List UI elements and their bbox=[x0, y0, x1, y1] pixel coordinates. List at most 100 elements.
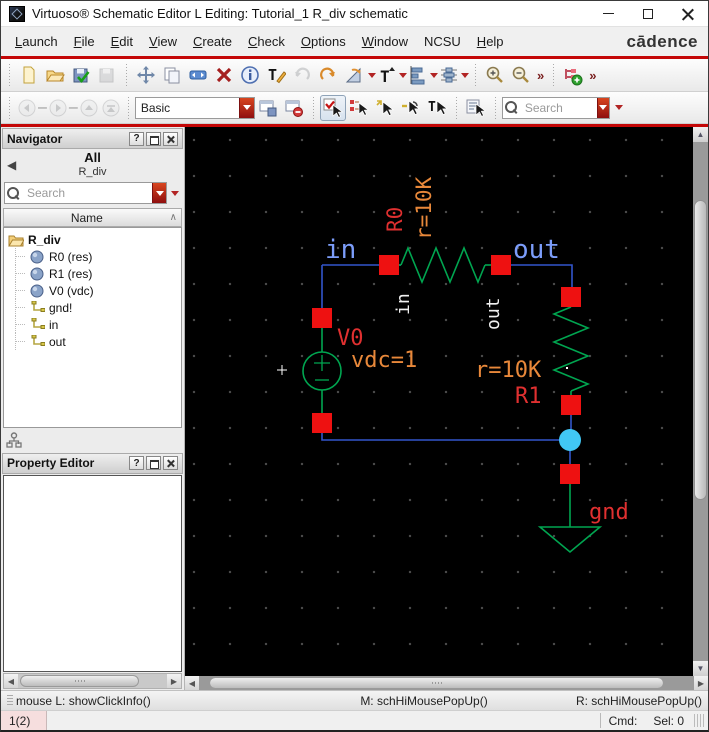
align-dropdown-caret[interactable] bbox=[430, 72, 438, 78]
partial-select-button[interactable] bbox=[346, 95, 372, 121]
go-top-button[interactable] bbox=[100, 95, 122, 121]
new-file-button[interactable] bbox=[16, 62, 42, 88]
tree-item-instance[interactable]: R1 (res) bbox=[8, 265, 181, 282]
minimize-button[interactable] bbox=[588, 1, 628, 27]
workspace-combo-value[interactable] bbox=[135, 100, 239, 115]
scroll-left-icon[interactable]: ◀ bbox=[4, 674, 18, 688]
navigator-column-header[interactable]: Name ∧ bbox=[3, 208, 182, 227]
delete-workspace-button[interactable] bbox=[281, 95, 307, 121]
toolbar-overflow-button[interactable]: » bbox=[586, 68, 599, 83]
toolbar-search-input[interactable] bbox=[519, 100, 597, 115]
navigator-float-button[interactable] bbox=[146, 131, 161, 146]
toolbar-grip[interactable] bbox=[6, 96, 13, 119]
canvas-vscrollbar[interactable]: ▲ ▼ bbox=[693, 127, 708, 676]
distribute-dropdown-caret[interactable] bbox=[461, 72, 469, 78]
net-label-in[interactable]: in bbox=[325, 235, 356, 265]
r0-name-label[interactable]: R0 bbox=[383, 207, 407, 232]
menu-window[interactable]: Window bbox=[354, 30, 416, 53]
copy-button[interactable] bbox=[159, 62, 185, 88]
net-label-out[interactable]: out bbox=[513, 235, 560, 265]
go-up-button[interactable] bbox=[78, 95, 100, 121]
menu-edit[interactable]: Edit bbox=[103, 30, 141, 53]
workspace-combo-caret[interactable] bbox=[239, 97, 254, 118]
scroll-right-icon[interactable]: ▶ bbox=[167, 674, 181, 688]
text-edit-button[interactable]: T bbox=[263, 62, 289, 88]
canvas-hscrollbar[interactable]: ◀ ▶ bbox=[185, 676, 708, 690]
scroll-down-icon[interactable]: ▼ bbox=[693, 661, 708, 676]
save-button[interactable] bbox=[94, 62, 120, 88]
toolbar-grip[interactable] bbox=[123, 64, 130, 86]
move-button[interactable] bbox=[133, 62, 159, 88]
tree-item-rdiv[interactable]: R_div bbox=[8, 231, 181, 248]
toolbar-grip[interactable] bbox=[491, 96, 499, 119]
text-style-dropdown-caret[interactable] bbox=[399, 72, 407, 78]
menu-file[interactable]: File bbox=[66, 30, 103, 53]
property-editor-float-button[interactable] bbox=[146, 456, 161, 470]
check-and-save-button[interactable] bbox=[68, 62, 94, 88]
full-select-button[interactable] bbox=[372, 95, 398, 121]
tree-item-net[interactable]: gnd! bbox=[8, 299, 181, 316]
distribute-button[interactable] bbox=[438, 62, 460, 88]
toolbar-grip[interactable] bbox=[309, 96, 317, 119]
rotate-dropdown-caret[interactable] bbox=[368, 72, 376, 78]
stretch-button[interactable] bbox=[185, 62, 211, 88]
scroll-left-icon[interactable]: ◀ bbox=[185, 676, 199, 690]
tree-item-instance[interactable]: R0 (res) bbox=[8, 248, 181, 265]
navigator-search-caret[interactable] bbox=[152, 183, 166, 203]
deselect-button[interactable] bbox=[398, 95, 424, 121]
gnd-label[interactable]: gnd bbox=[589, 500, 629, 525]
properties-button[interactable] bbox=[237, 62, 263, 88]
property-editor-help-button[interactable]: ? bbox=[129, 456, 144, 470]
navigator-search-options-caret[interactable] bbox=[171, 190, 179, 196]
maximize-button[interactable] bbox=[628, 1, 668, 27]
r1-value-label[interactable]: r=10K bbox=[475, 358, 542, 383]
property-editor-hscrollbar[interactable]: ◀ ▶ bbox=[3, 673, 182, 689]
scroll-up-icon[interactable]: ▲ bbox=[693, 127, 708, 142]
undo-button[interactable] bbox=[289, 62, 315, 88]
r1-name-label[interactable]: R1 bbox=[515, 384, 542, 409]
menu-launch[interactable]: Launch bbox=[7, 30, 66, 53]
select-filter-button[interactable] bbox=[319, 94, 346, 121]
rotate-button[interactable] bbox=[341, 62, 367, 88]
search-options-caret[interactable] bbox=[614, 105, 623, 110]
r0-value-label[interactable]: r=10K bbox=[412, 176, 436, 240]
toolbar-search-box[interactable] bbox=[501, 96, 610, 119]
go-back-button[interactable] bbox=[16, 95, 38, 121]
open-file-button[interactable] bbox=[42, 62, 68, 88]
tree-item-net[interactable]: out bbox=[8, 333, 181, 350]
delete-button[interactable] bbox=[211, 62, 237, 88]
toolbar-grip[interactable] bbox=[452, 96, 460, 119]
vscroll-thumb[interactable] bbox=[694, 200, 707, 500]
tree-item-net[interactable]: in bbox=[8, 316, 181, 333]
hierarchy-icon[interactable] bbox=[6, 431, 22, 448]
text-select-button[interactable]: T bbox=[424, 95, 450, 121]
redo-button[interactable] bbox=[315, 62, 341, 88]
menu-help[interactable]: Help bbox=[469, 30, 512, 53]
menu-options[interactable]: Options bbox=[293, 30, 354, 53]
tree-item-instance[interactable]: V0 (vdc) bbox=[8, 282, 181, 299]
close-button[interactable] bbox=[668, 1, 708, 27]
r0-pin-in-label[interactable]: in bbox=[393, 293, 414, 315]
go-forward-button[interactable] bbox=[47, 95, 69, 121]
selection-set-button[interactable] bbox=[463, 95, 489, 121]
schematic-canvas[interactable]: in out R0 r=10K in out V0 vdc=1 r=10K R1… bbox=[185, 127, 693, 676]
toolbar-overflow-button[interactable]: » bbox=[534, 68, 547, 83]
align-button[interactable] bbox=[407, 62, 429, 88]
scroll-right-icon[interactable]: ▶ bbox=[694, 676, 708, 690]
components[interactable] bbox=[302, 245, 603, 554]
save-workspace-button[interactable] bbox=[255, 95, 281, 121]
resize-grip[interactable] bbox=[694, 714, 706, 727]
v0-value-label[interactable]: vdc=1 bbox=[351, 348, 417, 373]
navigator-search-box[interactable] bbox=[4, 182, 167, 204]
toolbar-grip[interactable] bbox=[472, 64, 479, 86]
menu-view[interactable]: View bbox=[141, 30, 185, 53]
create-instance-button[interactable] bbox=[560, 62, 586, 88]
property-editor-close-button[interactable] bbox=[163, 456, 178, 470]
toolbar-grip[interactable] bbox=[6, 64, 13, 86]
hscroll-thumb[interactable] bbox=[209, 677, 664, 689]
menu-check[interactable]: Check bbox=[240, 30, 293, 53]
zoom-out-button[interactable] bbox=[508, 62, 534, 88]
property-editor-header[interactable]: Property Editor ? bbox=[2, 452, 183, 474]
solder-dot[interactable] bbox=[559, 429, 581, 451]
text-style-button[interactable]: T bbox=[376, 62, 398, 88]
